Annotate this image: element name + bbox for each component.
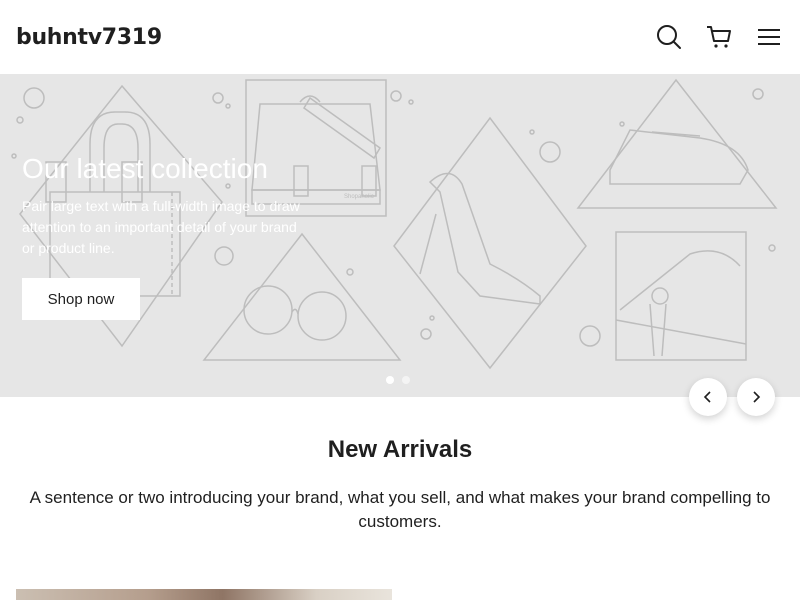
slide-dot-2[interactable] <box>402 376 410 384</box>
previous-slide-button[interactable] <box>689 378 727 416</box>
cart-icon[interactable] <box>706 22 732 52</box>
hero-slideshow: Shopaholic Our latest collection Pair la… <box>0 74 800 397</box>
chevron-left-icon <box>703 391 711 403</box>
shop-now-button[interactable]: Shop now <box>22 278 140 320</box>
chevron-right-icon <box>753 391 761 403</box>
next-slide-button[interactable] <box>737 378 775 416</box>
slide-dot-1[interactable] <box>386 376 394 384</box>
hero-text: Our latest collection Pair large text wi… <box>22 152 322 259</box>
section-title: New Arrivals <box>327 436 473 463</box>
brand-logo[interactable]: buhntv7319 <box>16 25 162 50</box>
slide-indicator <box>386 376 410 384</box>
site-header: buhntv7319 <box>0 0 800 74</box>
section-description: A sentence or two introducing your brand… <box>29 488 771 531</box>
hero-description: Pair large text with a full-width image … <box>22 198 300 256</box>
hero-title: Our latest collection <box>22 153 268 184</box>
header-icons <box>656 22 782 52</box>
hero-art-label: Shopaholic <box>344 194 374 200</box>
search-icon[interactable] <box>656 22 682 52</box>
menu-icon[interactable] <box>756 22 782 52</box>
product-image[interactable] <box>16 589 392 600</box>
